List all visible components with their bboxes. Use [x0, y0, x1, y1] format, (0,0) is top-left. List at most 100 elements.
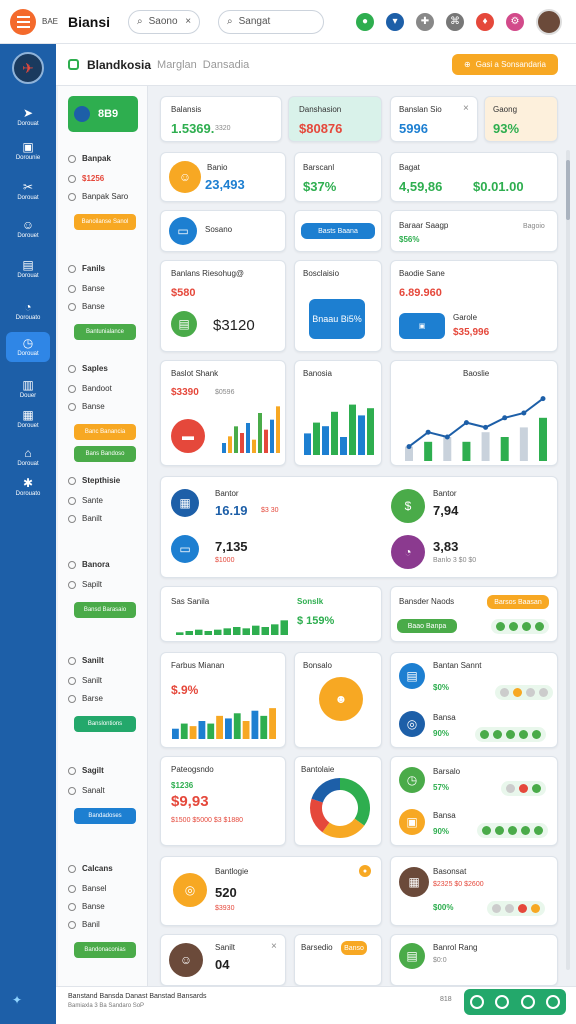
left-section-item[interactable]: Banse: [68, 402, 105, 411]
primary-action-button[interactable]: ⊕ Gasi a Sonsandaria: [452, 54, 558, 75]
close-icon[interactable]: ×: [463, 103, 469, 114]
left-section-button[interactable]: Bandonaconias: [74, 942, 136, 958]
sidebar-item-9[interactable]: ⌂ Dorouat: [6, 442, 50, 472]
brand-logo[interactable]: ✈: [12, 52, 44, 84]
left-section-item[interactable]: $1256: [68, 174, 104, 183]
button-card[interactable]: Basts Baana: [294, 210, 382, 252]
sidebar-item-2[interactable]: ✂ Dorouat: [6, 176, 50, 206]
close-icon[interactable]: ×: [271, 941, 277, 952]
sidebar-item-1[interactable]: ▣ Dorounie: [6, 136, 50, 166]
chart-badge[interactable]: ▣: [399, 313, 445, 339]
link-icon[interactable]: [520, 995, 535, 1009]
left-section-button[interactable]: Bantunialance: [74, 324, 136, 340]
left-section-title[interactable]: Banora: [68, 560, 110, 569]
status-dots[interactable]: [491, 619, 549, 634]
left-section-button[interactable]: Banoilanse Sanol: [74, 214, 136, 230]
radio-icon[interactable]: [68, 580, 76, 589]
kpi-card-growth[interactable]: Gaong 93%: [484, 96, 558, 142]
notification-badge[interactable]: ●: [359, 865, 371, 877]
status-dots[interactable]: [475, 727, 546, 742]
radio-icon[interactable]: [68, 694, 76, 703]
left-section-item[interactable]: Bandoot: [68, 384, 112, 393]
check-icon[interactable]: [68, 59, 79, 70]
sidebar-item-8[interactable]: ▦ Dorouet: [6, 404, 50, 434]
chart-card-2[interactable]: ▤ Banrol Rang $0:0: [390, 934, 558, 986]
promo-card[interactable]: Bosclaisio Bnaau Bi5%: [294, 260, 382, 352]
bar-chart-card-2[interactable]: Banosia: [294, 360, 382, 466]
sidebar-item-7[interactable]: ▥ Douer: [6, 374, 50, 404]
radio-icon[interactable]: [68, 560, 76, 569]
radio-icon[interactable]: [68, 402, 76, 411]
left-section-button[interactable]: Banc Banancia: [74, 424, 136, 440]
action-button[interactable]: Basts Baana: [301, 223, 375, 239]
left-section-item[interactable]: Bansel: [68, 884, 106, 893]
orders-button[interactable]: Barsos Baasan: [487, 595, 549, 609]
left-section-item[interactable]: Banpak Saro: [68, 192, 128, 201]
sidebar-item-5[interactable]: ◔ Dorouato: [6, 296, 50, 326]
left-section-button[interactable]: Bandadoses: [74, 808, 136, 824]
radio-icon[interactable]: [68, 284, 76, 293]
left-section-title[interactable]: Banpak: [68, 154, 111, 163]
total-card[interactable]: Bagat 4,59,86 $0.01.00: [390, 152, 558, 202]
profile-card[interactable]: ☺ Banio 23,493: [160, 152, 286, 202]
radio-icon[interactable]: [68, 192, 76, 201]
radio-icon[interactable]: [68, 656, 76, 665]
status-dots[interactable]: [487, 901, 545, 916]
metrics-panel[interactable]: ▦ Bantor 16.19 $3 30 ▭ 7,135 $1000 $ Bantor 7,94 ◔…: [160, 476, 558, 578]
orders-card[interactable]: Bansder Naods Barsos Baasan Baao Banpa: [390, 586, 558, 642]
radio-icon[interactable]: [68, 920, 76, 929]
left-section-button-2[interactable]: Bans Bandoso: [74, 446, 136, 462]
global-search-input[interactable]: ⌕ Sangat: [218, 9, 325, 34]
radio-icon[interactable]: [68, 884, 76, 893]
left-section-item[interactable]: Sante: [68, 496, 103, 505]
radio-icon[interactable]: [68, 302, 76, 311]
stats-card[interactable]: Baodie Sane 6.89.960 ▣ Garole $35,996: [390, 260, 558, 352]
left-section-title[interactable]: Sagilt: [68, 766, 104, 775]
left-section-title[interactable]: Saples: [68, 364, 108, 373]
kpi-card-balance[interactable]: Balansis 1.5369. 3320: [160, 96, 282, 142]
pie-chart-card[interactable]: Bantolaie: [294, 756, 382, 846]
status-dots[interactable]: [477, 823, 548, 838]
status-dots[interactable]: [501, 781, 546, 796]
promo-badge[interactable]: Bnaau Bi5%: [309, 299, 365, 339]
radio-icon[interactable]: [68, 496, 76, 505]
profile-card-2[interactable]: ☺ Sanilt 04 ×: [160, 934, 286, 986]
radio-icon[interactable]: [68, 174, 76, 183]
orders-button-2[interactable]: Baao Banpa: [397, 619, 457, 633]
chat-icon[interactable]: [546, 995, 561, 1009]
basket-card[interactable]: ▦ Basonsat $2325 $0 $2600 $00%: [390, 856, 558, 926]
left-section-item[interactable]: Barse: [68, 694, 103, 703]
revenue-strip-card[interactable]: Sas Sanila Sonslk $ 159%: [160, 586, 382, 642]
radio-icon[interactable]: [68, 364, 76, 373]
refresh-icon[interactable]: [469, 995, 484, 1009]
user-avatar[interactable]: [536, 8, 562, 35]
close-icon[interactable]: ×: [185, 16, 191, 27]
status-dots[interactable]: [495, 685, 553, 700]
radio-icon[interactable]: [68, 766, 76, 775]
menu-icon[interactable]: [10, 8, 36, 35]
left-section-item[interactable]: Sanilt: [68, 676, 102, 685]
radio-icon[interactable]: [68, 864, 76, 873]
kpi-card-transactions[interactable]: Danshasion $80876: [288, 96, 382, 142]
people-icon[interactable]: ✚: [416, 12, 434, 31]
status-icon[interactable]: ●: [356, 12, 374, 31]
left-section-item[interactable]: Banse: [68, 284, 105, 293]
left-section-button[interactable]: Banslontions: [74, 716, 136, 732]
radio-icon[interactable]: [68, 154, 76, 163]
kpi-card-rate[interactable]: Banslan Sio 5996 ×: [390, 96, 478, 142]
sidebar-item-6[interactable]: ◷ Dorouat: [6, 332, 50, 362]
info-card[interactable]: Baraar Saagp Bagoio $56%: [390, 210, 558, 252]
left-section-item[interactable]: Banse: [68, 902, 105, 911]
settings-icon[interactable]: ⚙: [506, 12, 524, 31]
finance-chart-card[interactable]: Farbus Mianan $.9%: [160, 652, 286, 748]
line-chart-card[interactable]: Baoslie: [390, 360, 558, 466]
left-section-title[interactable]: Sanilt: [68, 656, 104, 665]
left-section-title[interactable]: Calcans: [68, 864, 113, 873]
balance-tile[interactable]: 8B9: [68, 96, 138, 132]
progress-card[interactable]: ▤ Bantan Sannt $0% ◎ Bansa 90%: [390, 652, 558, 748]
left-section-button[interactable]: Bansd Barasaio: [74, 602, 136, 618]
sync-icon[interactable]: [495, 995, 510, 1009]
sales-card[interactable]: Pateogsndo $1236 $9,93 $1500 $5000 $3 $1880: [160, 756, 286, 846]
radio-icon[interactable]: [68, 514, 76, 523]
radio-icon[interactable]: [68, 786, 76, 795]
